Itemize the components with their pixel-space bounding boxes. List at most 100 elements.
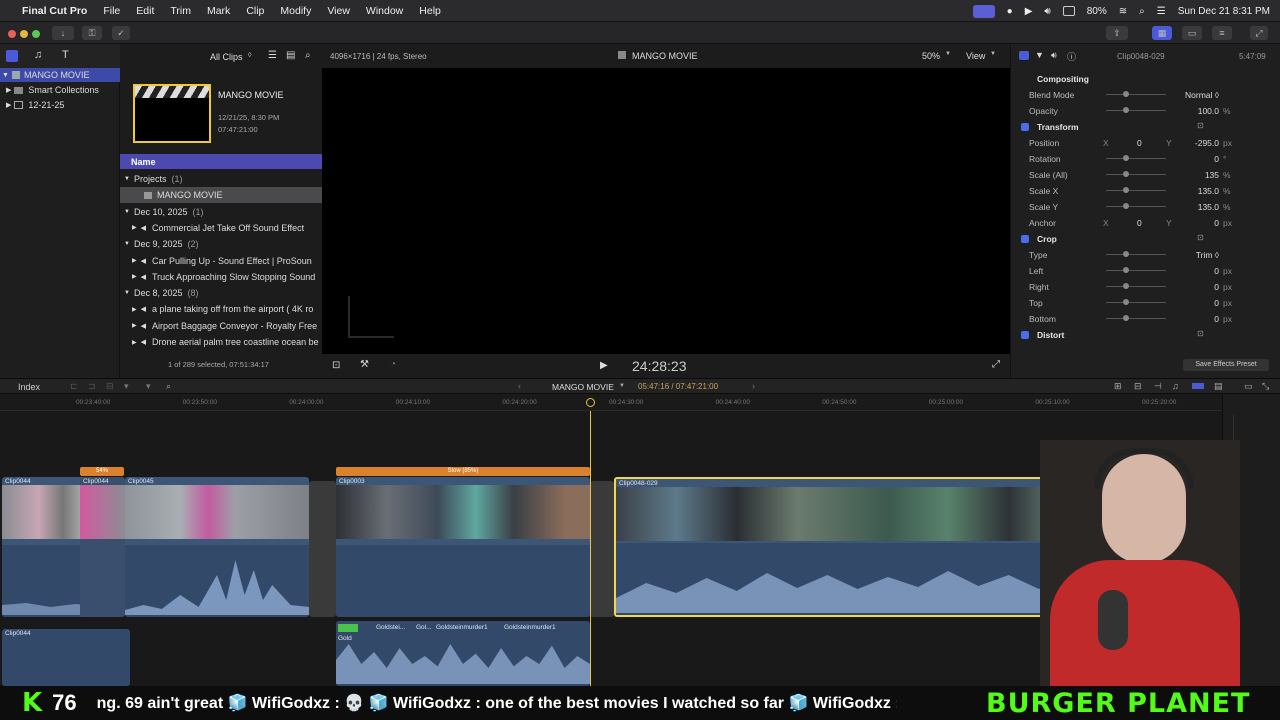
tools-icon[interactable]: ⚒	[360, 359, 369, 370]
inspector-row-crop[interactable]: Crop ⊡	[1011, 231, 1280, 247]
snapping-icon[interactable]: ⊟	[1134, 381, 1142, 392]
menu-window[interactable]: Window	[366, 5, 403, 17]
sidebar-item-event[interactable]: ▶ 12-21-25	[0, 98, 120, 112]
color-inspector-icon[interactable]: ▼	[1035, 50, 1044, 60]
viewer-canvas[interactable]	[322, 68, 1010, 354]
timeline-project-name[interactable]: MANGO MOVIE	[552, 382, 614, 392]
inspector-toggle-icon[interactable]: ≡	[1212, 26, 1232, 40]
slider-knob[interactable]	[1123, 171, 1129, 177]
browser-clip-row[interactable]: ▶ ◀ Drone aerial palm tree coastline ocean…	[120, 334, 322, 350]
slider-knob[interactable]	[1123, 251, 1129, 257]
filter-chevron-icon[interactable]: ◊	[248, 52, 251, 59]
video-inspector-icon[interactable]	[1019, 51, 1029, 60]
play-circle-icon[interactable]: ▶	[1025, 6, 1033, 17]
value-slider[interactable]	[1106, 270, 1166, 271]
inspector-row-position[interactable]: Position X 0 Y -295.0 px	[1011, 135, 1280, 151]
wifi-icon[interactable]: ≋	[1119, 6, 1127, 17]
clip-filter-select[interactable]: All Clips	[210, 52, 243, 62]
inspector-row-top[interactable]: Top 0 px	[1011, 295, 1280, 311]
menu-file[interactable]: File	[103, 5, 120, 17]
speed-bar[interactable]: 54%	[80, 467, 124, 476]
browser-clip-row[interactable]: ▶ ◀ Truck Approaching Slow Stopping Sound	[120, 269, 322, 285]
timeline-tracks[interactable]: Clip0044 Clip0044 54% Clip0045 Slow (85%…	[0, 411, 1222, 686]
disclosure-open-icon[interactable]: ▼	[124, 209, 130, 215]
value-slider[interactable]	[1106, 302, 1166, 303]
playhead[interactable]	[590, 411, 591, 686]
viewer-timecode[interactable]: 24:28:23	[632, 358, 687, 374]
playhead-handle[interactable]	[586, 398, 595, 407]
speed-icon[interactable]: ◔	[390, 359, 396, 370]
zoom-chevron-icon[interactable]: ▼	[945, 51, 951, 57]
menu-trim[interactable]: Trim	[170, 5, 191, 17]
timeline-ruler[interactable]: 00:23:40:00 00:23:50:00 00:24:00:00 00:24:1…	[0, 395, 1222, 411]
gap-clip[interactable]	[590, 481, 614, 617]
inspector-value[interactable]: 0	[1214, 298, 1219, 308]
value-slider[interactable]	[1106, 318, 1166, 319]
inspector-row-type[interactable]: Type Trim ◊	[1011, 247, 1280, 263]
inspector-value[interactable]: 0	[1214, 314, 1219, 324]
minimize-window-button[interactable]	[20, 30, 28, 38]
inspector-row-scale-y[interactable]: Scale Y 135.0%	[1011, 199, 1280, 215]
disclosure-open-icon[interactable]: ▼	[124, 241, 130, 247]
volume-icon[interactable]: 🔊︎	[1044, 6, 1050, 17]
value-slider[interactable]	[1106, 94, 1166, 95]
menu-app[interactable]: Final Cut Pro	[22, 5, 87, 17]
inspector-value[interactable]: 0	[1214, 282, 1219, 292]
disclosure-closed-icon[interactable]: ▶	[132, 339, 137, 346]
browser-group-row[interactable]: ▼ Dec 10, 2025 (1)	[120, 204, 322, 220]
info-inspector-icon[interactable]: ⓘ	[1067, 50, 1076, 63]
browser-group-row[interactable]: ▼ Projects (1)	[120, 171, 322, 187]
inspector-value[interactable]: 0	[1214, 266, 1219, 276]
close-window-button[interactable]	[8, 30, 16, 38]
project-chevron-icon[interactable]: ▼	[619, 383, 625, 389]
slider-knob[interactable]	[1123, 267, 1129, 273]
inspector-row-rotation[interactable]: Rotation 0 °	[1011, 151, 1280, 167]
menu-help[interactable]: Help	[419, 5, 441, 17]
inspector-value[interactable]: Trim ◊	[1196, 250, 1219, 260]
value-slider[interactable]	[1106, 190, 1166, 191]
value-slider[interactable]	[1106, 158, 1166, 159]
browser-group-row[interactable]: ▼ Dec 8, 2025 (8)	[120, 285, 322, 301]
inspector-row-left[interactable]: Left 0 px	[1011, 263, 1280, 279]
x-value[interactable]: 0	[1137, 138, 1142, 148]
column-header-name[interactable]: Name	[120, 154, 322, 169]
section-enable-checkbox[interactable]	[1021, 235, 1029, 243]
connect-icon[interactable]: ⊏	[70, 381, 78, 392]
photos-tab-icon[interactable]: ♫	[34, 49, 42, 61]
save-effects-preset-button[interactable]: Save Effects Preset	[1183, 359, 1269, 371]
inspector-row-scale-x[interactable]: Scale X 135.0%	[1011, 183, 1280, 199]
zoom-select[interactable]: 50%	[922, 51, 940, 61]
inspector-value[interactable]: 135.0	[1198, 202, 1219, 212]
clip-appearance-icon[interactable]: ⊞	[1114, 381, 1122, 392]
speed-bar[interactable]: Slow (85%)	[336, 467, 590, 476]
search-icon[interactable]: ⌕	[1139, 6, 1145, 17]
inspector-value[interactable]: 135.0	[1198, 186, 1219, 196]
disclosure-closed-icon[interactable]: ▶	[6, 86, 11, 94]
slider-knob[interactable]	[1123, 315, 1129, 321]
sidebar-item-library[interactable]: ▼ MANGO MOVIE	[0, 68, 120, 82]
import-icon[interactable]: ↓	[52, 26, 74, 40]
inspector-value[interactable]: 135	[1205, 170, 1219, 180]
section-enable-checkbox[interactable]	[1021, 331, 1029, 339]
inspector-row-compositing[interactable]: Compositing	[1011, 71, 1280, 87]
battery-label[interactable]: 80%	[1087, 6, 1107, 17]
titles-tab-icon[interactable]: T	[62, 49, 69, 61]
timeline-options-icon[interactable]: ▤	[1214, 381, 1223, 392]
slider-knob[interactable]	[1123, 107, 1129, 113]
forward-nav-icon[interactable]: ›	[752, 381, 755, 391]
value-slider[interactable]	[1106, 110, 1166, 111]
timeline-toggle-icon[interactable]: ▭	[1182, 26, 1202, 40]
timeline-clip[interactable]: Clip0003	[336, 477, 590, 617]
disclosure-closed-icon[interactable]: ▶	[132, 257, 137, 264]
y-value[interactable]: -295.0	[1195, 138, 1219, 148]
play-button[interactable]: ▶	[600, 360, 608, 371]
inspector-value[interactable]: Normal ◊	[1185, 90, 1219, 100]
disclosure-closed-icon[interactable]: ▶	[132, 224, 137, 231]
transform-tool-icon[interactable]: ⊡	[332, 360, 340, 371]
fullscreen-window-button[interactable]	[32, 30, 40, 38]
disclosure-open-icon[interactable]: ▼	[124, 290, 130, 296]
close-timeline-icon[interactable]: ⤡	[1262, 381, 1269, 392]
slider-knob[interactable]	[1123, 187, 1129, 193]
clock[interactable]: Sun Dec 21 8:31 PM	[1178, 6, 1270, 17]
browser-clip-row[interactable]: ▶ ◀ Commercial Jet Take Off Sound Effect	[120, 220, 322, 236]
